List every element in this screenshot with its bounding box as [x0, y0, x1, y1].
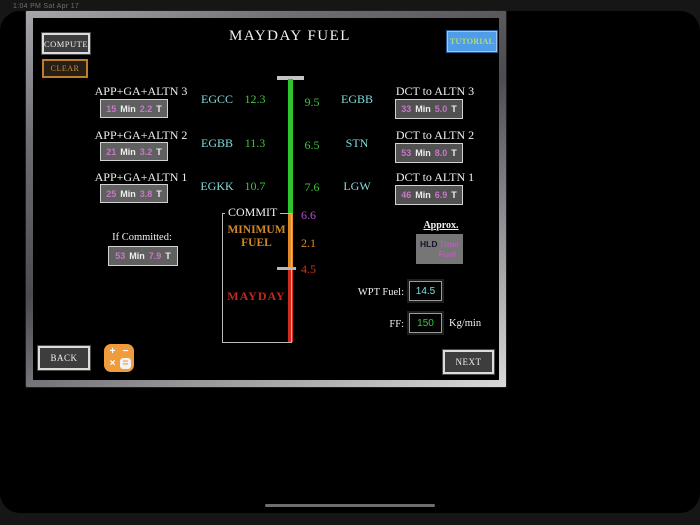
ff-unit-label: Kg/min [449, 318, 482, 329]
dct1-minutes: 46 [401, 190, 412, 200]
scale-value-egbb: 11.3 [244, 136, 266, 150]
hld-label: HLD [420, 239, 438, 249]
app-ga-altn1-field[interactable]: 25 Min 3.8 T [100, 184, 168, 203]
hld-time-fuel-toggle[interactable]: HLD Time Fuel [416, 234, 463, 264]
app-ga-altn3-label: APP+GA+ALTN 3 [94, 84, 188, 98]
tons-unit: T [156, 103, 162, 114]
dct1-tons: 6.9 [434, 190, 448, 200]
dct-altn2-label: DCT to ALTN 2 [395, 128, 475, 142]
wpt-fuel-input[interactable]: 14.5 [409, 281, 442, 301]
back-button[interactable]: BACK [38, 346, 90, 370]
altn2-minutes: 21 [106, 146, 117, 157]
dct3-tons: 5.0 [434, 104, 448, 114]
if-committed-field[interactable]: 53 Min 7.9 T [108, 246, 178, 266]
times-glyph: × [109, 358, 116, 369]
dct-altn1-field[interactable]: 46 Min 6.9 T [395, 185, 463, 205]
ifc-tons: 7.9 [148, 251, 162, 261]
next-button[interactable]: NEXT [443, 350, 494, 374]
altn3-tons: 2.2 [139, 103, 153, 114]
min-unit: Min [415, 104, 431, 114]
plus-glyph: + [109, 346, 116, 357]
commit-value: 6.6 [301, 208, 316, 222]
app-ga-altn1-label: APP+GA+ALTN 1 [94, 170, 188, 184]
tutorial-button[interactable]: TUTORIAL [447, 31, 497, 52]
min-unit: Min [120, 103, 136, 114]
tons-unit: T [156, 188, 162, 199]
altn1-minutes: 25 [106, 188, 117, 199]
min-unit: Min [120, 146, 136, 157]
compute-button[interactable]: COMPUTE [42, 33, 90, 54]
ifc-minutes: 53 [115, 251, 126, 261]
clear-button[interactable]: CLEAR [42, 59, 88, 78]
dct-altn3-label: DCT to ALTN 3 [395, 84, 475, 98]
dct2-minutes: 53 [401, 148, 412, 158]
scale-rvalue-lgw: 7.6 [304, 180, 320, 194]
if-committed-label: If Committed: [112, 232, 172, 243]
scale-airport-egcc: EGCC [200, 92, 233, 106]
scale-airport-lgw: LGW [343, 179, 371, 193]
tons-unit: T [451, 104, 457, 114]
min-unit: Min [120, 188, 136, 199]
mayday-label: MAYDAY [227, 289, 286, 303]
scale-airport-stn: STN [345, 136, 369, 150]
scale-value-egkk: 10.7 [244, 179, 266, 193]
minus-glyph: − [122, 346, 129, 357]
calculator-icon[interactable]: + − × = [104, 344, 134, 372]
hld-time-option[interactable]: Time [439, 239, 459, 249]
minimum-fuel-value: 2.1 [301, 236, 316, 250]
home-indicator[interactable] [265, 504, 435, 507]
min-unit: Min [129, 251, 145, 261]
dct-altn2-field[interactable]: 53 Min 8.0 T [395, 143, 463, 163]
app-ga-altn2-label: APP+GA+ALTN 2 [94, 128, 188, 142]
tons-unit: T [451, 190, 457, 200]
scale-airport-egbb-right: EGBB [340, 92, 373, 106]
commit-label: COMMIT [225, 205, 281, 220]
hld-fuel-option[interactable]: Fuel [420, 249, 459, 259]
dct3-minutes: 33 [401, 104, 412, 114]
min-unit: Min [415, 190, 431, 200]
scale-airport-egkk: EGKK [200, 179, 234, 193]
page-title: MAYDAY FUEL [229, 28, 351, 44]
app-ga-altn3-field[interactable]: 15 Min 2.2 T [100, 99, 168, 118]
mayday-value: 4.5 [301, 262, 316, 276]
fuel-bar-green-segment [288, 79, 293, 213]
min-unit: Min [415, 148, 431, 158]
minimum-fuel-label: MINIMUM FUEL [227, 224, 286, 249]
tons-unit: T [451, 148, 457, 158]
tons-unit: T [165, 251, 171, 261]
ff-label: FF: [389, 319, 404, 330]
dct-altn3-field[interactable]: 33 Min 5.0 T [395, 99, 463, 119]
tons-unit: T [156, 146, 162, 157]
dct-altn1-label: DCT to ALTN 1 [395, 170, 475, 184]
approx-label: Approx. [423, 220, 459, 231]
altn2-tons: 3.2 [139, 146, 153, 157]
dct2-tons: 8.0 [434, 148, 448, 158]
wpt-fuel-label: WPT Fuel: [357, 287, 404, 298]
app-ga-altn2-field[interactable]: 21 Min 3.2 T [100, 142, 168, 161]
scale-value-egcc: 12.3 [244, 92, 266, 106]
scale-rvalue-egbb: 9.5 [304, 95, 320, 109]
equals-glyph: = [120, 358, 131, 369]
altn1-tons: 3.8 [139, 188, 153, 199]
status-bar-clock: 1:04 PM Sat Apr 17 [13, 3, 80, 10]
ff-input[interactable]: 150 [409, 313, 442, 333]
scale-airport-egbb-left: EGBB [200, 136, 233, 150]
ipad-screen: 1:04 PM Sat Apr 17 COMPUTE CLEAR MAYDAY … [0, 0, 700, 525]
scale-rvalue-stn: 6.5 [304, 138, 320, 152]
altn3-minutes: 15 [106, 103, 117, 114]
